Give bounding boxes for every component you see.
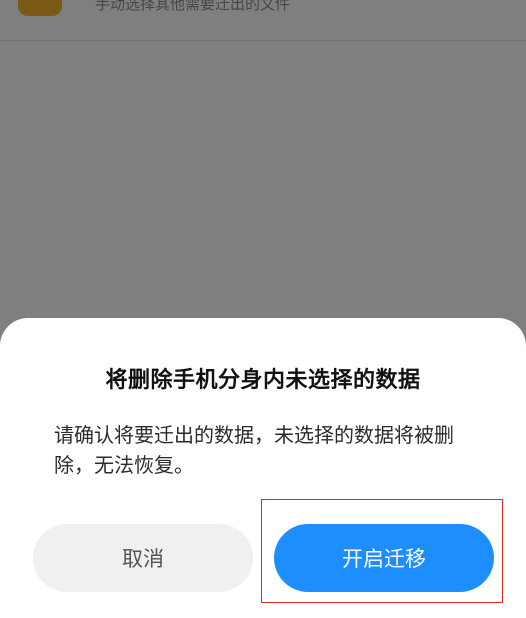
confirm-dialog: 将删除手机分身内未选择的数据 请确认将要迁出的数据，未选择的数据将被删除，无法恢… (0, 318, 526, 618)
start-migration-button[interactable]: 开启迁移 (274, 524, 494, 592)
cancel-button[interactable]: 取消 (33, 524, 253, 592)
dialog-message: 请确认将要迁出的数据，未选择的数据将被删除，无法恢复。 (54, 423, 454, 477)
dialog-title: 将删除手机分身内未选择的数据 (105, 368, 421, 393)
